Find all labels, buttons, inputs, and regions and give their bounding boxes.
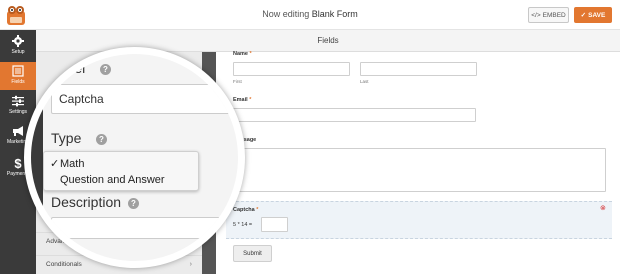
sliders-icon [12,95,24,107]
dollar-icon: $ [14,157,22,169]
sidebar-item-label: Setup [11,49,25,55]
editing-title: Now editing Blank Form [0,9,620,19]
zoom-magnifier: Label ? Captcha Type ? ✓Math Question an… [24,47,245,268]
fields-list-icon [12,65,24,77]
editing-prefix: Now editing [262,9,310,19]
checkmark-icon: ✓ [580,12,587,19]
megaphone-icon [13,126,23,136]
last-name-sublabel: Last [360,79,369,84]
help-icon[interactable]: ? [96,134,107,145]
description-option-title: Description [51,194,122,210]
magnified-sidebar-edge [31,54,43,261]
dropdown-option-math[interactable]: ✓Math [50,156,192,172]
help-icon[interactable]: ? [128,198,139,209]
sidebar-item-label: Fields [11,79,25,85]
submit-button[interactable]: Submit [233,245,272,262]
captcha-field-label: Captcha * [233,207,259,213]
chevron-right-icon: › [189,261,192,268]
embed-button[interactable]: </> EMBED [528,7,569,23]
help-icon[interactable]: ? [100,64,111,75]
save-label: SAVE [588,11,606,19]
captcha-answer-input[interactable] [261,217,288,232]
label-option-title: Label [51,60,86,76]
description-textarea[interactable] [51,217,238,239]
gear-icon [12,35,24,47]
name-field-label: Name * [233,51,252,57]
save-button[interactable]: ✓ SAVE [574,7,612,23]
message-textarea[interactable] [233,148,606,192]
form-name: Blank Form [311,9,358,19]
code-icon: </> [531,11,541,19]
embed-label: EMBED [542,11,566,19]
last-name-input[interactable] [360,62,477,76]
top-bar: Now editing Blank Form </> EMBED ✓ SAVE [0,0,620,30]
field-label-input[interactable]: Captcha [51,84,238,114]
sidebar-item-label: Settings [8,109,28,115]
type-option-title: Type [51,130,82,146]
email-input[interactable] [233,108,476,122]
svg-text:$: $ [14,157,22,169]
panel-row-label: Conditionals [46,261,82,268]
checkmark-icon: ✓ [50,158,60,170]
first-name-input[interactable] [233,62,350,76]
delete-field-icon[interactable]: ⊗ [600,204,606,212]
captcha-type-dropdown[interactable]: ✓Math Question and Answer [43,151,199,191]
dropdown-option-question-and-answer[interactable]: Question and Answer [50,172,192,188]
